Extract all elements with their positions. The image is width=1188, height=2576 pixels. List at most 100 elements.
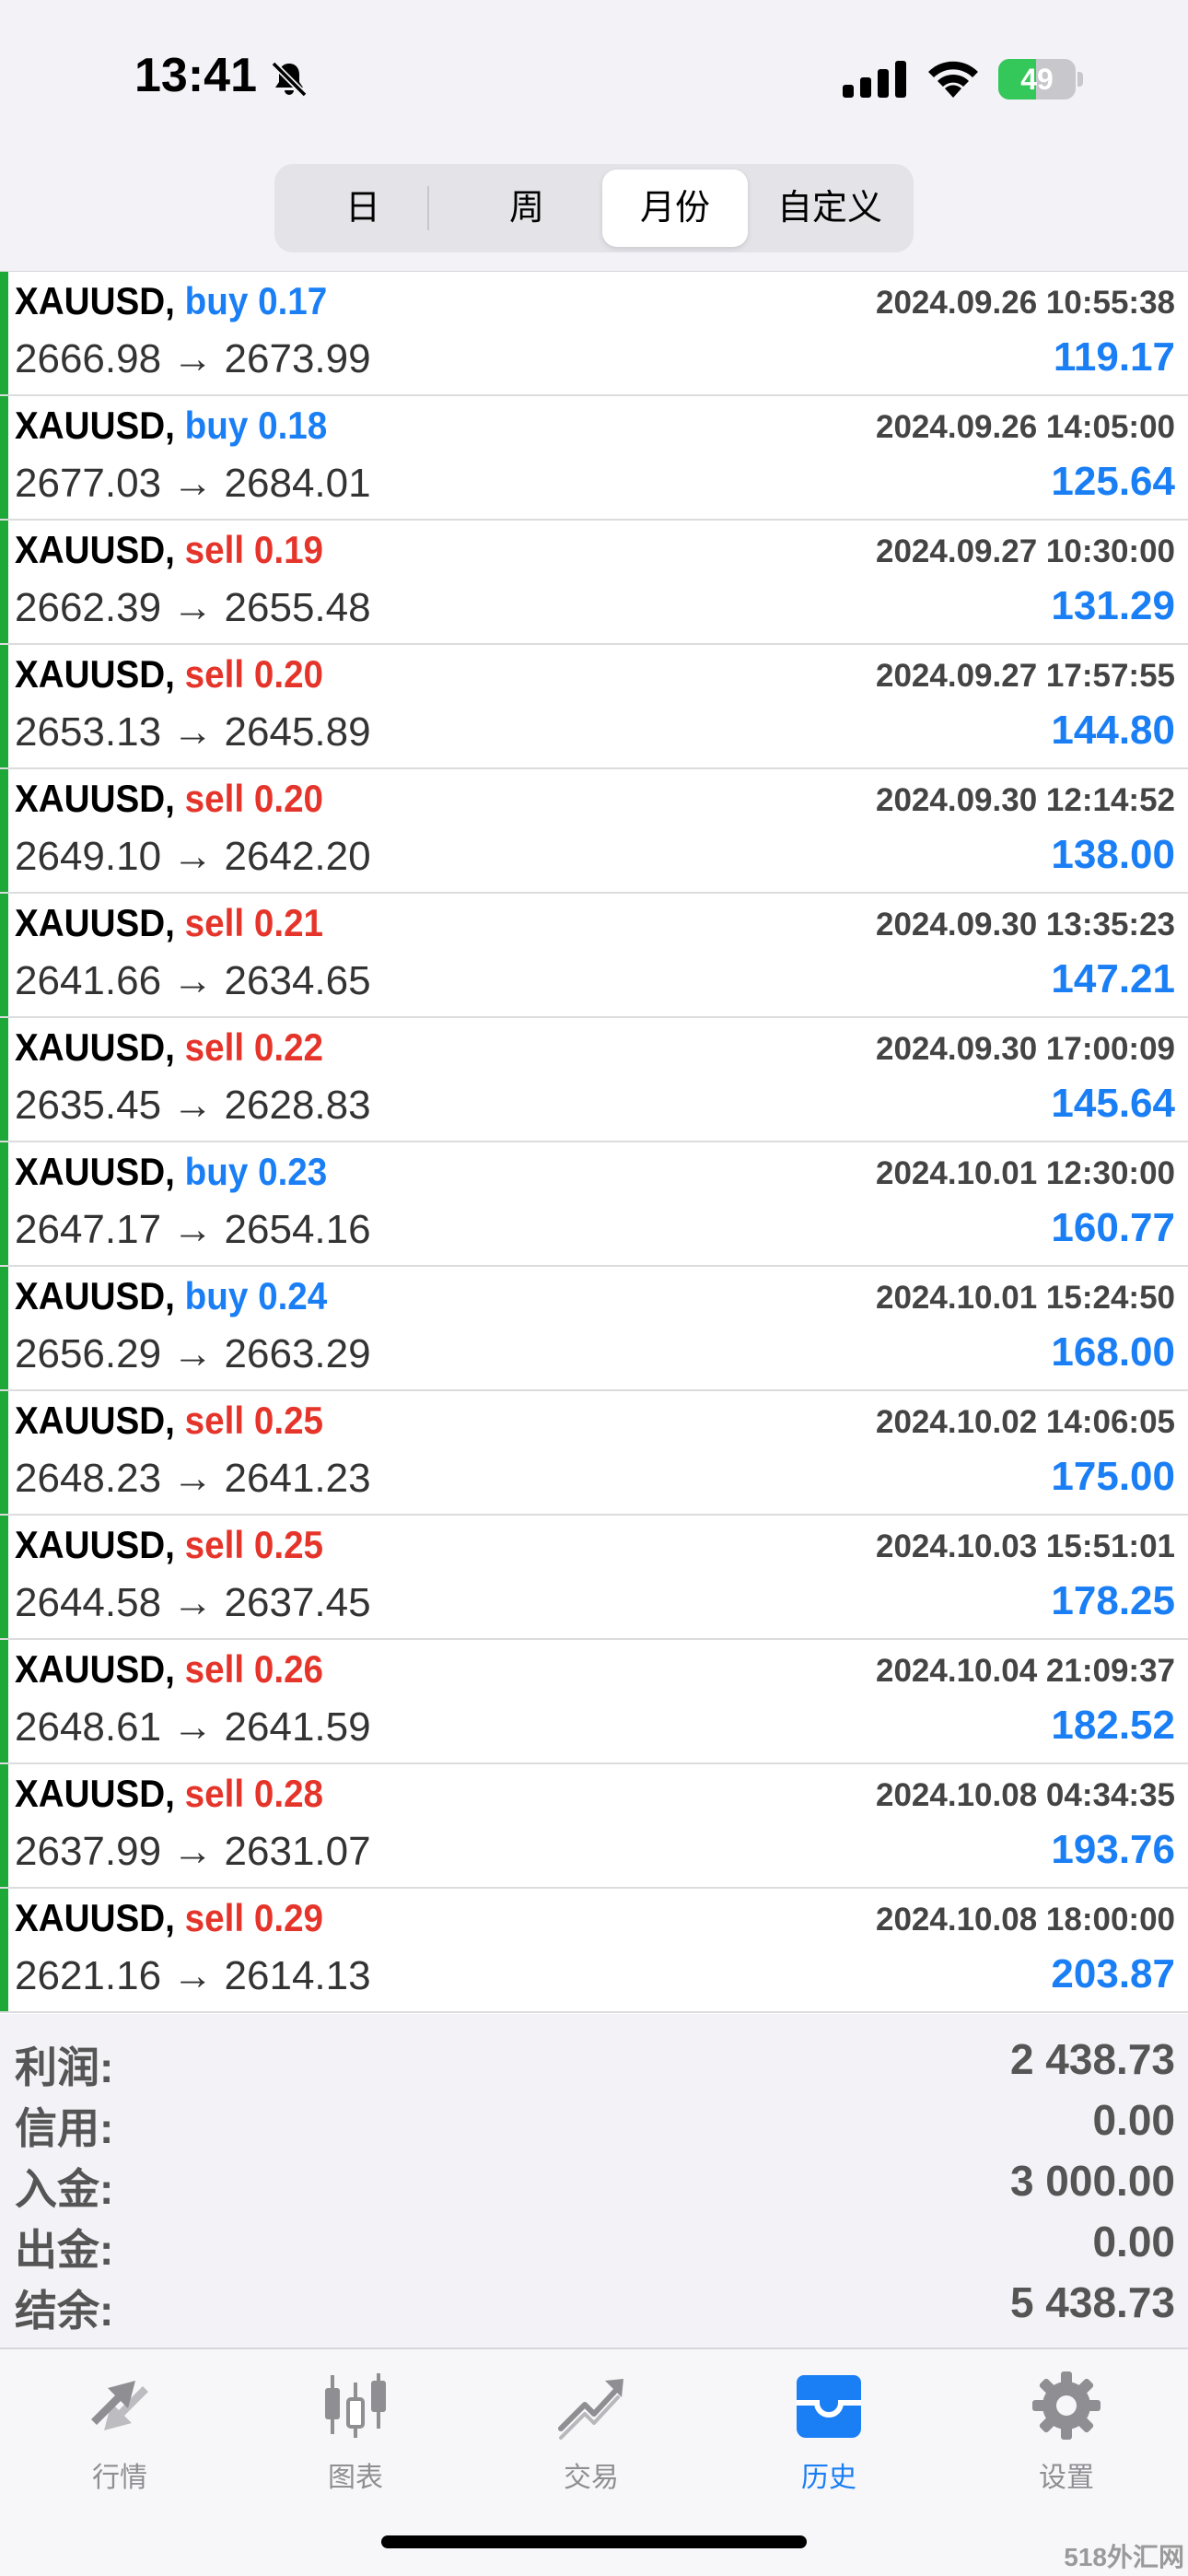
trade-time: 2024.10.01 12:30:00 — [876, 1155, 1175, 1191]
trade-volume: 0.21 — [253, 901, 324, 944]
open-price: 2647.17 — [15, 1207, 162, 1252]
trade-title: XAUUSD, buy 0.23 — [15, 1150, 327, 1194]
trade-side: sell — [184, 1523, 245, 1566]
trade-title: XAUUSD, sell 0.25 — [15, 1399, 323, 1443]
arrow-right-icon: → — [172, 834, 214, 879]
trade-volume: 0.18 — [258, 404, 328, 447]
trade-profit: 203.87 — [1051, 1951, 1175, 1996]
trade-prices: 2621.16 → 2614.13 — [15, 1953, 371, 1999]
status-time: 13:41 — [134, 49, 257, 102]
trade-volume: 0.17 — [258, 279, 328, 322]
arrow-right-icon: → — [172, 1580, 214, 1625]
trade-symbol: XAUUSD, — [15, 404, 175, 447]
trade-row[interactable]: XAUUSD, buy 0.18 2677.03 → 2684.01 2024.09… — [0, 396, 1188, 521]
tab-chart[interactable]: 图表 — [282, 2368, 429, 2506]
summary-value: 5 438.73 — [1009, 2278, 1175, 2326]
trade-symbol: XAUUSD, — [15, 1150, 175, 1193]
trade-row[interactable]: XAUUSD, buy 0.17 2666.98 → 2673.99 2024.09… — [0, 272, 1188, 396]
trade-symbol: XAUUSD, — [15, 1647, 175, 1691]
bell-slash-icon — [271, 61, 308, 98]
trade-title: XAUUSD, sell 0.29 — [15, 1896, 323, 1940]
trade-volume: 0.20 — [253, 777, 324, 820]
summary-label: 信用: — [15, 2104, 114, 2152]
trade-profit: 125.64 — [1051, 459, 1175, 504]
trade-history-list: XAUUSD, buy 0.17 2666.98 → 2673.99 2024.09… — [0, 271, 1188, 2014]
trade-row[interactable]: XAUUSD, sell 0.26 2648.61 → 2641.59 2024.1… — [0, 1640, 1188, 1764]
tab-day[interactable]: 日 — [280, 170, 446, 247]
trade-volume: 0.25 — [253, 1523, 324, 1566]
trade-row[interactable]: XAUUSD, sell 0.29 2621.16 → 2614.13 2024.1… — [0, 1889, 1188, 2013]
trade-volume: 0.28 — [253, 1772, 324, 1815]
close-price: 2634.65 — [224, 958, 371, 1003]
close-price: 2642.20 — [224, 834, 371, 879]
summary-row: 出金: 0.00 — [0, 2211, 1188, 2274]
tab-quotes[interactable]: 行情 — [46, 2368, 193, 2506]
trade-title: XAUUSD, sell 0.26 — [15, 1647, 323, 1692]
settings-icon — [1032, 2371, 1101, 2440]
close-price: 2655.48 — [224, 585, 371, 630]
trade-title: XAUUSD, sell 0.28 — [15, 1772, 323, 1816]
trade-side: buy — [184, 279, 249, 322]
summary-row: 信用: 0.00 — [0, 2090, 1188, 2152]
home-indicator — [381, 2535, 807, 2548]
trade-row[interactable]: XAUUSD, buy 0.23 2647.17 → 2654.16 2024.10… — [0, 1142, 1188, 1267]
history-icon — [797, 2375, 861, 2438]
trade-time: 2024.09.30 13:35:23 — [876, 907, 1175, 943]
trade-time: 2024.10.02 14:06:05 — [876, 1404, 1175, 1440]
trade-row[interactable]: XAUUSD, sell 0.21 2641.66 → 2634.65 2024.0… — [0, 894, 1188, 1018]
trade-prices: 2644.58 → 2637.45 — [15, 1580, 371, 1626]
trade-side: buy — [184, 1150, 249, 1193]
close-price: 2654.16 — [224, 1207, 371, 1252]
open-price: 2648.23 — [15, 1456, 162, 1501]
trade-title: XAUUSD, sell 0.19 — [15, 528, 323, 572]
tab-settings-label: 设置 — [1039, 2463, 1094, 2493]
tab-history-label: 历史 — [801, 2463, 856, 2493]
trade-prices: 2656.29 → 2663.29 — [15, 1331, 371, 1377]
open-price: 2637.99 — [15, 1829, 162, 1874]
trade-row[interactable]: XAUUSD, sell 0.25 2644.58 → 2637.45 2024.1… — [0, 1516, 1188, 1640]
trade-prices: 2635.45 → 2628.83 — [15, 1083, 371, 1129]
tab-settings[interactable]: 设置 — [993, 2368, 1140, 2506]
trade-volume: 0.22 — [253, 1025, 324, 1069]
tab-custom[interactable]: 自定义 — [751, 170, 908, 247]
summary-row: 结余: 5 438.73 — [0, 2272, 1188, 2335]
open-price: 2621.16 — [15, 1953, 162, 1998]
trade-prices: 2641.66 → 2634.65 — [15, 958, 371, 1004]
trade-volume: 0.20 — [253, 652, 324, 696]
trade-row[interactable]: XAUUSD, sell 0.28 2637.99 → 2631.07 2024.1… — [0, 1764, 1188, 1889]
battery-level: 49 — [1020, 63, 1054, 96]
trade-prices: 2647.17 → 2654.16 — [15, 1207, 371, 1253]
arrow-right-icon: → — [172, 1704, 214, 1750]
trade-profit: 147.21 — [1051, 956, 1175, 1001]
trade-symbol: XAUUSD, — [15, 1896, 175, 1939]
close-price: 2614.13 — [224, 1953, 371, 1998]
tab-month[interactable]: 月份 — [602, 170, 748, 247]
trade-side: sell — [184, 1399, 245, 1442]
tab-history[interactable]: 历史 — [755, 2368, 903, 2506]
trade-row[interactable]: XAUUSD, sell 0.20 2649.10 → 2642.20 2024.0… — [0, 769, 1188, 894]
trade-side: sell — [184, 528, 245, 571]
tab-week[interactable]: 周 — [449, 170, 604, 247]
trade-row[interactable]: XAUUSD, sell 0.19 2662.39 → 2655.48 2024.0… — [0, 521, 1188, 645]
watermark: 518外汇网 — [1064, 2543, 1184, 2571]
open-price: 2644.58 — [15, 1580, 162, 1625]
trade-title: XAUUSD, sell 0.21 — [15, 901, 323, 945]
tab-trade[interactable]: 交易 — [518, 2368, 665, 2506]
cellular-signal-icon — [843, 61, 906, 98]
trade-title: XAUUSD, buy 0.24 — [15, 1274, 327, 1318]
trade-row[interactable]: XAUUSD, sell 0.20 2653.13 → 2645.89 2024.0… — [0, 645, 1188, 769]
trade-symbol: XAUUSD, — [15, 528, 175, 571]
close-price: 2631.07 — [224, 1829, 371, 1874]
trade-profit: 119.17 — [1053, 334, 1175, 380]
arrow-right-icon: → — [172, 1456, 214, 1501]
tab-quotes-label: 行情 — [92, 2463, 147, 2493]
trade-row[interactable]: XAUUSD, buy 0.24 2656.29 → 2663.29 2024.10… — [0, 1267, 1188, 1391]
trade-volume: 0.23 — [258, 1150, 328, 1193]
arrow-right-icon: → — [172, 1829, 214, 1874]
trade-profit: 145.64 — [1051, 1081, 1175, 1126]
trade-row[interactable]: XAUUSD, sell 0.25 2648.23 → 2641.23 2024.1… — [0, 1391, 1188, 1516]
trade-symbol: XAUUSD, — [15, 652, 175, 696]
summary-label: 入金: — [15, 2165, 114, 2213]
trade-row[interactable]: XAUUSD, sell 0.22 2635.45 → 2628.83 2024.0… — [0, 1018, 1188, 1142]
trade-symbol: XAUUSD, — [15, 1025, 175, 1069]
